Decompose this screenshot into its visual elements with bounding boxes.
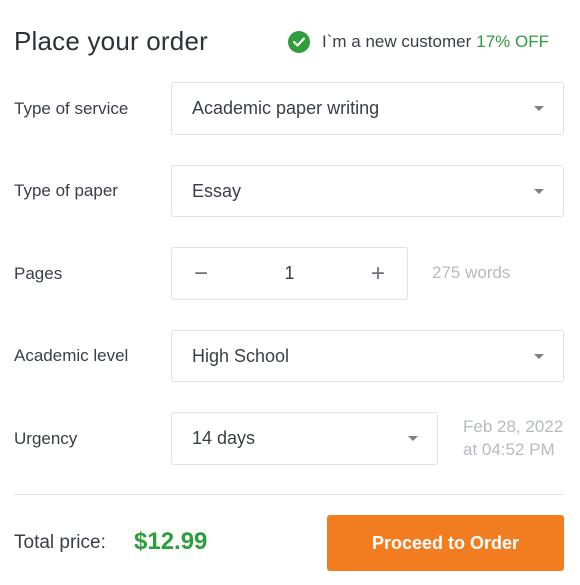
chevron-down-icon — [534, 353, 544, 359]
divider — [14, 494, 564, 495]
new-customer-toggle[interactable]: I`m a new customer 17% OFF — [288, 30, 549, 54]
paper-select[interactable]: Essay — [171, 165, 564, 217]
urgency-select[interactable]: 14 days — [171, 412, 438, 465]
chevron-down-icon — [534, 106, 544, 111]
level-select[interactable]: High School — [171, 330, 564, 382]
page-title: Place your order — [14, 26, 208, 56]
level-label: Academic level — [14, 346, 129, 365]
deadline-date: Feb 28, 2022 — [463, 417, 564, 436]
service-label: Type of service — [14, 99, 129, 118]
service-select[interactable]: Academic paper writing — [171, 82, 564, 135]
plus-icon[interactable]: + — [349, 248, 407, 299]
paper-label: Type of paper — [14, 181, 118, 200]
level-value: High School — [192, 345, 290, 366]
pages-stepper[interactable]: − 1 + — [171, 247, 408, 300]
word-count: 275 words — [432, 263, 511, 282]
proceed-button[interactable]: Proceed to Order — [327, 515, 564, 571]
chevron-down-icon — [408, 436, 418, 441]
pages-label: Pages — [14, 264, 63, 283]
minus-icon[interactable]: − — [172, 248, 230, 299]
chevron-down-icon — [534, 188, 544, 194]
urgency-value: 14 days — [192, 428, 256, 448]
urgency-label: Urgency — [14, 429, 78, 448]
deadline-time: at 04:52 PM — [463, 440, 555, 459]
new-customer-label: I`m a new customer — [322, 32, 472, 51]
service-value: Academic paper writing — [192, 98, 380, 118]
total-price: $12.99 — [134, 528, 208, 555]
total-label: Total price: — [14, 532, 106, 553]
pages-value[interactable]: 1 — [284, 263, 294, 284]
paper-value: Essay — [192, 180, 242, 201]
discount-badge: 17% OFF — [476, 32, 550, 51]
check-circle-icon — [288, 31, 310, 53]
